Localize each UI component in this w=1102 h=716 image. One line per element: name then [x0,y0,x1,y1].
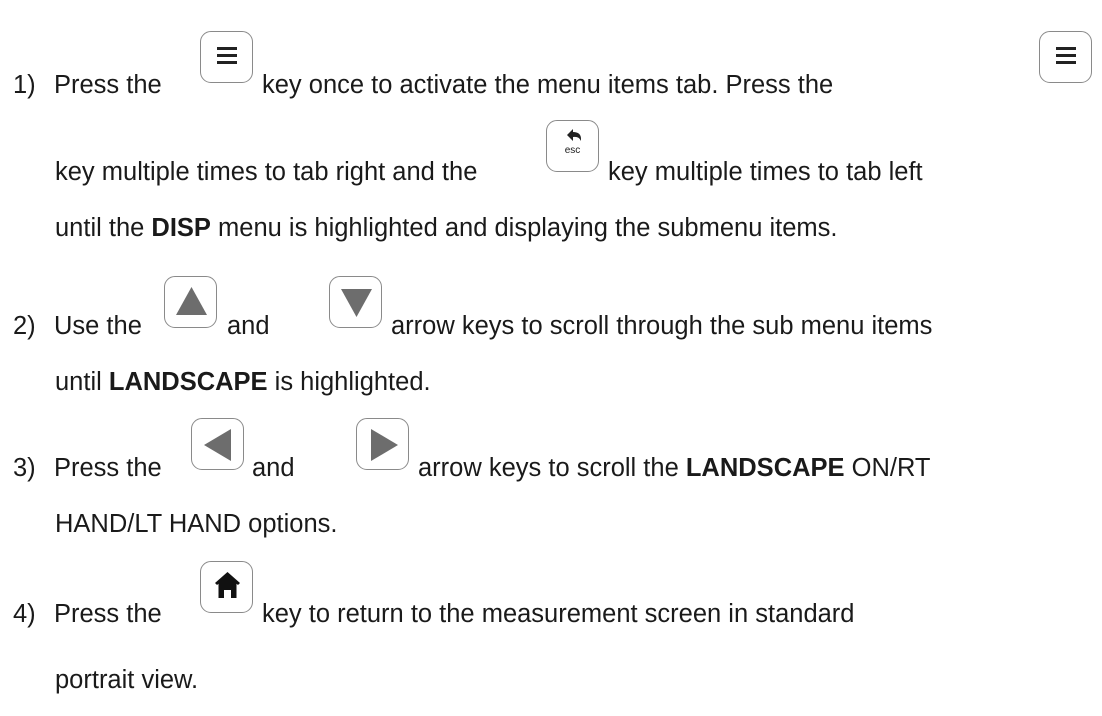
right-arrow-icon [371,429,398,461]
step-3-text-a: Press the [54,454,162,482]
step-1-line3: until the DISP menu is highlighted and d… [55,213,838,243]
step-3-line1-rest: arrow keys to scroll the LANDSCAPE ON/RT [418,453,931,483]
step-2-text-e: is highlighted. [274,368,431,396]
step-3-text-b: and [252,454,295,482]
step-1-text-d: key multiple times to tab left [608,158,923,186]
step-2-number: 2) [13,312,36,340]
step-4-text-c: portrait view. [55,666,199,694]
home-icon [215,572,240,598]
right-key [356,418,409,470]
landscape-label-2: LANDSCAPE [685,454,845,482]
menu-icon [1056,47,1076,64]
step-4-text-b: key to return to the measurement screen … [262,600,855,628]
step-3-text-d: ON/RT [851,454,931,482]
menu-key [200,31,253,83]
step-2-text-a: Use the [54,312,142,340]
step-4-text-a: Press the [54,600,162,628]
esc-key-label: esc [564,145,581,156]
left-key [191,418,244,470]
home-key [200,561,253,613]
menu-icon [217,47,237,64]
left-arrow-icon [204,429,231,461]
step-1-text-c: key multiple times to tab right and the [55,158,478,186]
step-2-text-c: arrow keys to scroll through the sub men… [391,312,933,340]
esc-key: esc [546,120,599,172]
step-1-number: 1) [13,71,36,99]
step-1-text-e: until the [55,214,145,242]
step-1-text-b: key once to activate the menu items tab.… [262,71,834,99]
landscape-label: LANDSCAPE [108,368,268,396]
step-4-number: 4) [13,600,36,628]
down-key [329,276,382,328]
menu-key-2 [1039,31,1092,83]
up-key [164,276,217,328]
up-arrow-icon [176,287,207,315]
step-2-text-d: until [55,368,102,396]
step-3-text-e: HAND/LT HAND options. [55,510,338,538]
disp-label: DISP [151,214,211,242]
down-arrow-icon [341,289,372,317]
step-1-text-a: Press the [54,71,162,99]
step-2-line2: until LANDSCAPE is highlighted. [55,367,431,397]
step-2-text-b: and [227,312,270,340]
step-3-text-c: arrow keys to scroll the [418,454,679,482]
step-1-text-f: menu is highlighted and displaying the s… [218,214,838,242]
step-3-number: 3) [13,454,36,482]
